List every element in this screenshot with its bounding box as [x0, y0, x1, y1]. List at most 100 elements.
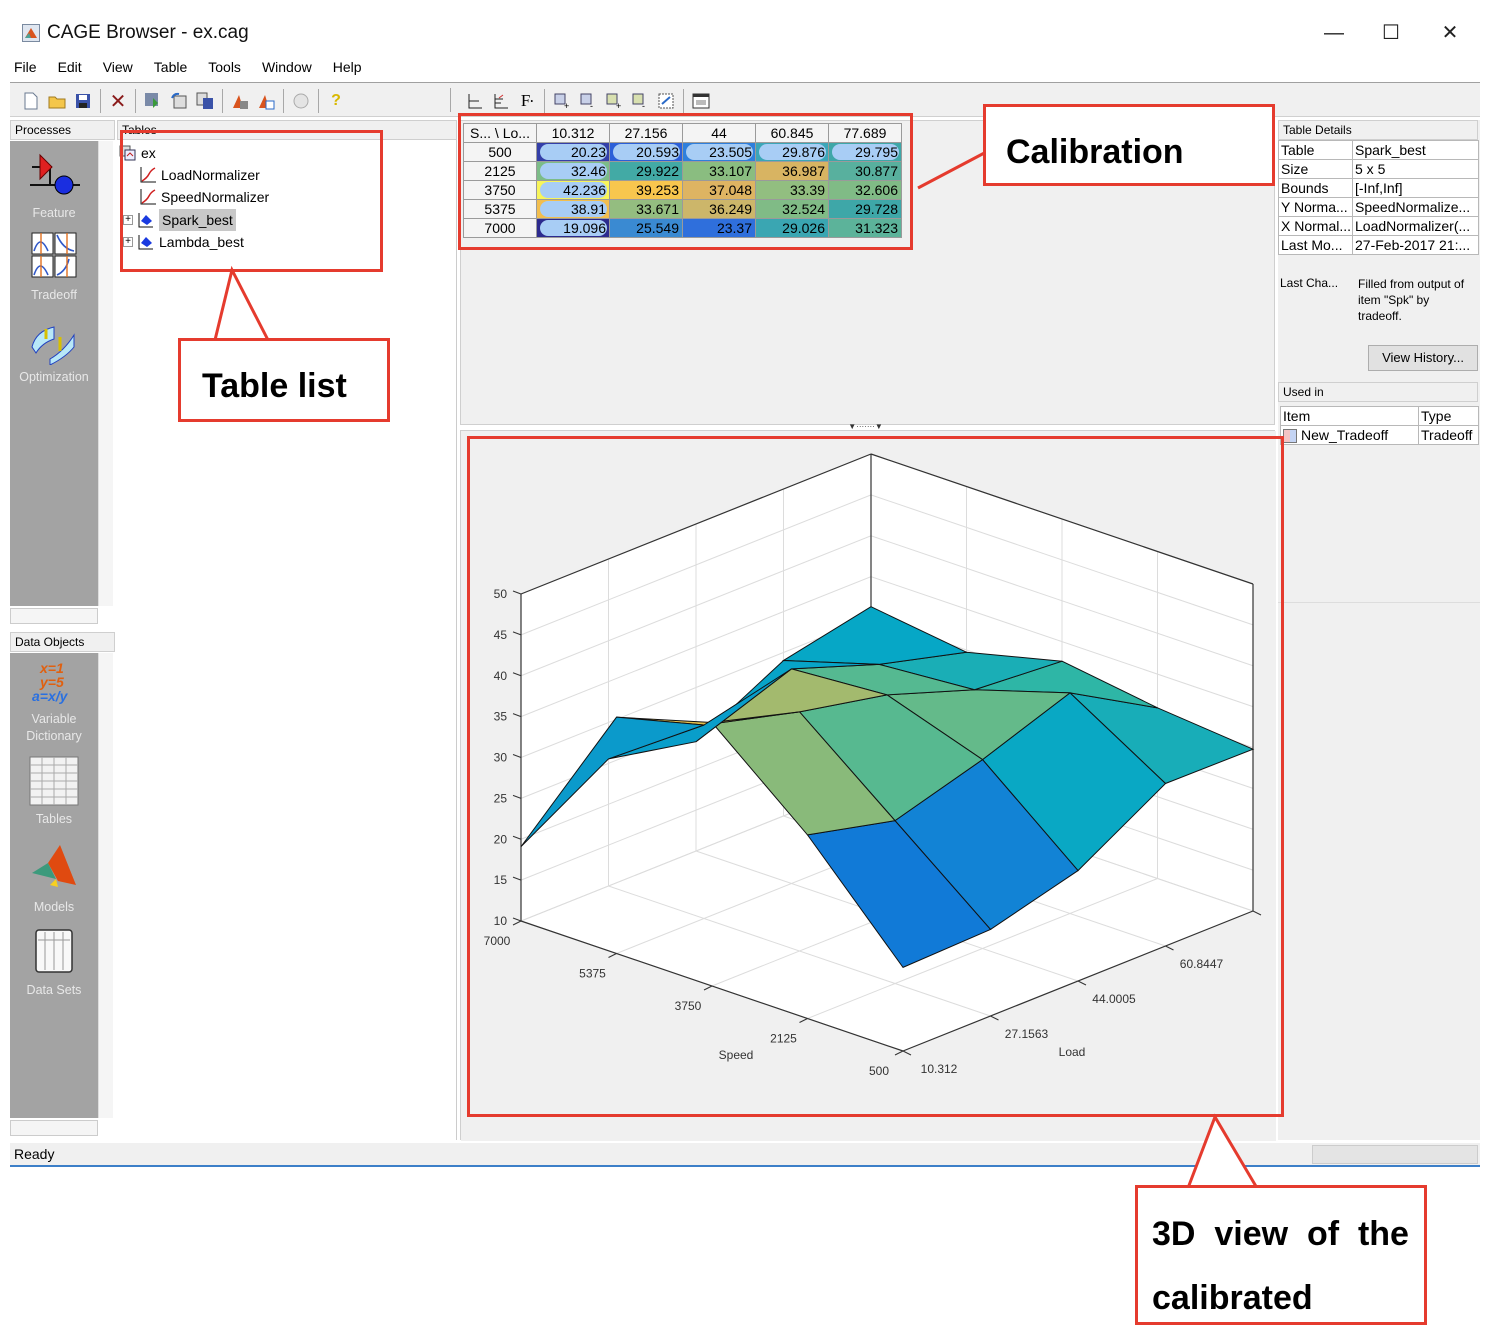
menu-tools[interactable]: Tools [204, 57, 245, 77]
axes-icon[interactable] [463, 89, 487, 113]
menu-view[interactable]: View [99, 57, 137, 77]
table-cell[interactable]: 36.987 [755, 161, 829, 181]
minimize-button[interactable]: — [1314, 18, 1354, 48]
expand-icon[interactable]: + [123, 215, 133, 225]
table-cell[interactable]: 33.671 [609, 199, 683, 219]
splitter-handle[interactable]: ▼·······▼ [838, 422, 893, 431]
table-cell[interactable]: 33.39 [755, 180, 829, 200]
row-header[interactable]: 2125 [463, 161, 537, 181]
menu-table[interactable]: Table [150, 57, 191, 77]
add-col-icon[interactable]: + [602, 89, 626, 113]
table-cell[interactable]: 25.549 [609, 218, 683, 238]
expand-icon[interactable]: + [123, 237, 133, 247]
table-cell[interactable]: 23.37 [682, 218, 756, 238]
disabled-icon[interactable] [289, 89, 313, 113]
tree-item-loadnormalizer[interactable]: LoadNormalizer [139, 164, 260, 186]
column-header[interactable]: 60.845 [755, 123, 829, 143]
table-cell[interactable]: 31.323 [828, 218, 902, 238]
column-header[interactable]: 44 [682, 123, 756, 143]
data-object-tables[interactable]: Tables [10, 755, 98, 828]
fit-icon[interactable] [654, 89, 678, 113]
model-import-icon[interactable] [254, 89, 278, 113]
table-cell[interactable]: 20.593 [609, 142, 683, 162]
used-in-row[interactable]: New_Tradeoff Tradeoff [1280, 425, 1479, 445]
row-header[interactable]: 500 [463, 142, 537, 162]
tree-item-spark-best[interactable]: + Spark_best [123, 209, 236, 231]
processes-vscroll[interactable] [98, 141, 113, 606]
delete-icon[interactable]: ✕ [106, 89, 130, 113]
row-header[interactable]: 3750 [463, 180, 537, 200]
table-cell[interactable]: 29.876 [755, 142, 829, 162]
row-header[interactable]: 7000 [463, 218, 537, 238]
data-object-label: Variable Dictionary [26, 712, 82, 743]
column-header[interactable]: 27.156 [609, 123, 683, 143]
process-optimization[interactable]: Optimization [10, 313, 98, 386]
export-icon[interactable] [167, 89, 191, 113]
table-cell[interactable]: 29.728 [828, 199, 902, 219]
speed-tick-label: 500 [869, 1064, 889, 1078]
tree-item-lambda-best[interactable]: + Lambda_best [123, 231, 244, 253]
column-header[interactable]: Type [1418, 406, 1479, 426]
normalizer-icon[interactable] [489, 89, 513, 113]
save-icon[interactable] [71, 89, 95, 113]
table-cell[interactable]: 32.46 [536, 161, 610, 181]
cell-value: 36.987 [782, 163, 825, 179]
add-row-icon[interactable]: + [550, 89, 574, 113]
process-tradeoff[interactable]: Tradeoff [10, 231, 98, 304]
data-object-variable-dictionary[interactable]: x=1 y=5 a=x/y Variable Dictionary [10, 659, 98, 745]
table-cell[interactable]: 32.606 [828, 180, 902, 200]
table-cell[interactable]: 32.524 [755, 199, 829, 219]
menu-window[interactable]: Window [258, 57, 316, 77]
table-row: 7000 19.096 25.549 23.37 29.026 31.323 [463, 218, 902, 238]
remove-row-icon[interactable]: - [576, 89, 600, 113]
table-cell[interactable]: 29.795 [828, 142, 902, 162]
remove-col-icon[interactable]: - [628, 89, 652, 113]
view-history-button[interactable]: View History... [1368, 345, 1478, 371]
last-change-text: Filled from output of item "Spk" by trad… [1358, 277, 1465, 323]
table-cell[interactable]: 36.249 [682, 199, 756, 219]
import-icon[interactable] [141, 89, 165, 113]
model-icon[interactable] [228, 89, 252, 113]
open-icon[interactable] [45, 89, 69, 113]
copy-table-icon[interactable] [193, 89, 217, 113]
tree-root[interactable]: ex [119, 142, 156, 164]
table-cell[interactable]: 39.253 [609, 180, 683, 200]
data-object-data-sets[interactable]: Data Sets [10, 926, 98, 999]
maximize-button[interactable]: ☐ [1371, 18, 1411, 48]
data-objects-hscroll[interactable] [10, 1120, 98, 1136]
menu-edit[interactable]: Edit [54, 57, 86, 77]
column-header[interactable]: 10.312 [536, 123, 610, 143]
table-cell[interactable]: 19.096 [536, 218, 610, 238]
column-header[interactable]: 77.689 [828, 123, 902, 143]
formula-icon[interactable]: F • [515, 89, 539, 113]
menu-help[interactable]: Help [329, 57, 366, 77]
help-icon[interactable]: ? [324, 89, 348, 113]
data-objects-vscroll[interactable] [98, 653, 113, 1118]
table-cell[interactable]: 37.048 [682, 180, 756, 200]
normalizer-icon [140, 167, 156, 183]
table-cell[interactable]: 38.91 [536, 199, 610, 219]
row-header[interactable]: 5375 [463, 199, 537, 219]
close-button[interactable]: ✕ [1430, 18, 1470, 48]
new-icon[interactable] [19, 89, 43, 113]
z-tick-label: 40 [494, 669, 508, 683]
table-cell[interactable]: 23.505 [682, 142, 756, 162]
table-cell[interactable]: 29.922 [609, 161, 683, 181]
data-objects-list: x=1 y=5 a=x/y Variable Dictionary Tables M… [10, 653, 98, 1118]
tree-item-speednormalizer[interactable]: SpeedNormalizer [139, 186, 269, 208]
cell-value: 38.91 [570, 201, 606, 217]
table-cell[interactable]: 33.107 [682, 161, 756, 181]
table-cell[interactable]: 20.23 [536, 142, 610, 162]
menu-file[interactable]: File [10, 57, 41, 77]
processes-hscroll[interactable] [10, 608, 98, 624]
tradeoff-item-icon [1283, 429, 1297, 444]
properties-icon[interactable] [689, 89, 713, 113]
surface-plot[interactable]: 10 15 20 25 30 35 40 45 50 500 2125 3750 5375 7000 10.… [461, 431, 1293, 1141]
table-cell[interactable]: 42.236 [536, 180, 610, 200]
table-cell[interactable]: 30.877 [828, 161, 902, 181]
table-cell[interactable]: 29.026 [755, 218, 829, 238]
status-text: Ready [14, 1146, 55, 1162]
process-feature[interactable]: Feature [10, 149, 98, 222]
data-object-models[interactable]: Models [10, 843, 98, 916]
column-header[interactable]: Item [1280, 406, 1419, 426]
